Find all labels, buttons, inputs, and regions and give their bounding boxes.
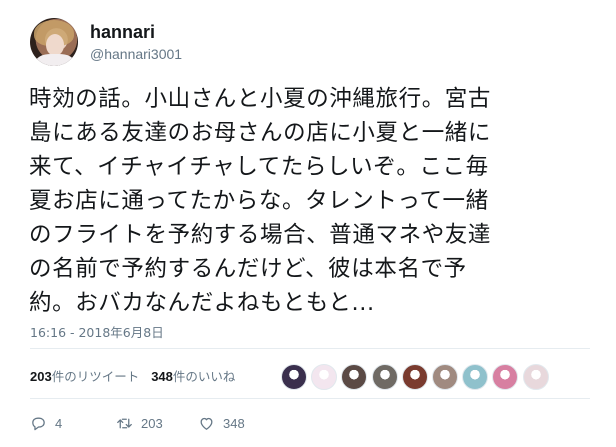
tweet-text-line: 時効の話。小山さんと小夏の沖縄旅行。宮古 [29,86,492,112]
liker-avatar-2[interactable] [311,364,338,390]
tweet-actions: 4 203 348 [30,413,330,433]
retweet-count: 203 [141,415,163,431]
like-count: 348 [223,415,245,431]
retweet-icon [117,418,132,428]
retweets-stat[interactable]: 203件のリツイート [30,369,139,384]
tweet-card: hannari @hannari3001 時効の話。小山さんと小夏の沖縄旅行。宮… [0,0,616,447]
engagement-stats: 203件のリツイート 348件のいいね [30,366,235,385]
liker-avatar-5[interactable] [401,364,428,390]
tweet-text-line: 来て、イチャイチャしてたらしいぞ。ここ毎 [29,154,489,180]
retweets-stat-count: 203 [30,369,52,384]
tweet-text-line: 夏お店に通ってたからな。タレントって一緒 [29,188,489,214]
tweet-text-line: の名前で予約するんだけど、彼は本名で予 [29,256,467,282]
liker-avatar-3[interactable] [341,364,368,390]
likes-stat-count: 348 [151,369,173,384]
user-display-name[interactable]: hannari [90,22,155,43]
tweet-timestamp[interactable]: 16:16 - 2018年6月8日 [30,322,164,341]
liker-avatar-8[interactable] [492,364,519,390]
divider [30,348,590,349]
divider [30,398,590,399]
tweet-text-line: のフライトを予約する場合、普通マネや友達 [29,222,492,248]
user-handle[interactable]: @hannari3001 [90,46,182,62]
retweet-button[interactable]: 203 [116,413,163,433]
tweet-text-line: 島にある友達のお母さんの店に小夏と一緒に [29,120,492,146]
like-button[interactable]: 348 [198,413,245,433]
avatar-shirt [36,54,74,66]
liker-avatar-1[interactable] [281,364,307,390]
reply-icon [32,417,45,430]
avatar[interactable] [30,18,78,66]
avatar-face [46,34,64,56]
likes-stat[interactable]: 348件のいいね [151,369,235,384]
reply-count: 4 [55,415,63,431]
heart-icon [200,417,213,430]
tweet-text: 時効の話。小山さんと小夏の沖縄旅行。宮古 島にある友達のお母さんの店に小夏と一緒… [29,82,589,320]
liker-avatar-4[interactable] [371,364,398,390]
liker-avatar-7[interactable] [462,364,489,390]
tweet-text-line: 約。おバカなんだよねもともと... [29,290,375,316]
likes-stat-label: 件のいいね [172,369,236,384]
liker-avatar-9[interactable] [522,364,549,390]
retweets-stat-label: 件のリツイート [51,369,140,384]
liker-avatar-6[interactable] [431,364,458,390]
reply-button[interactable]: 4 [30,413,62,433]
liker-avatars [281,364,553,390]
